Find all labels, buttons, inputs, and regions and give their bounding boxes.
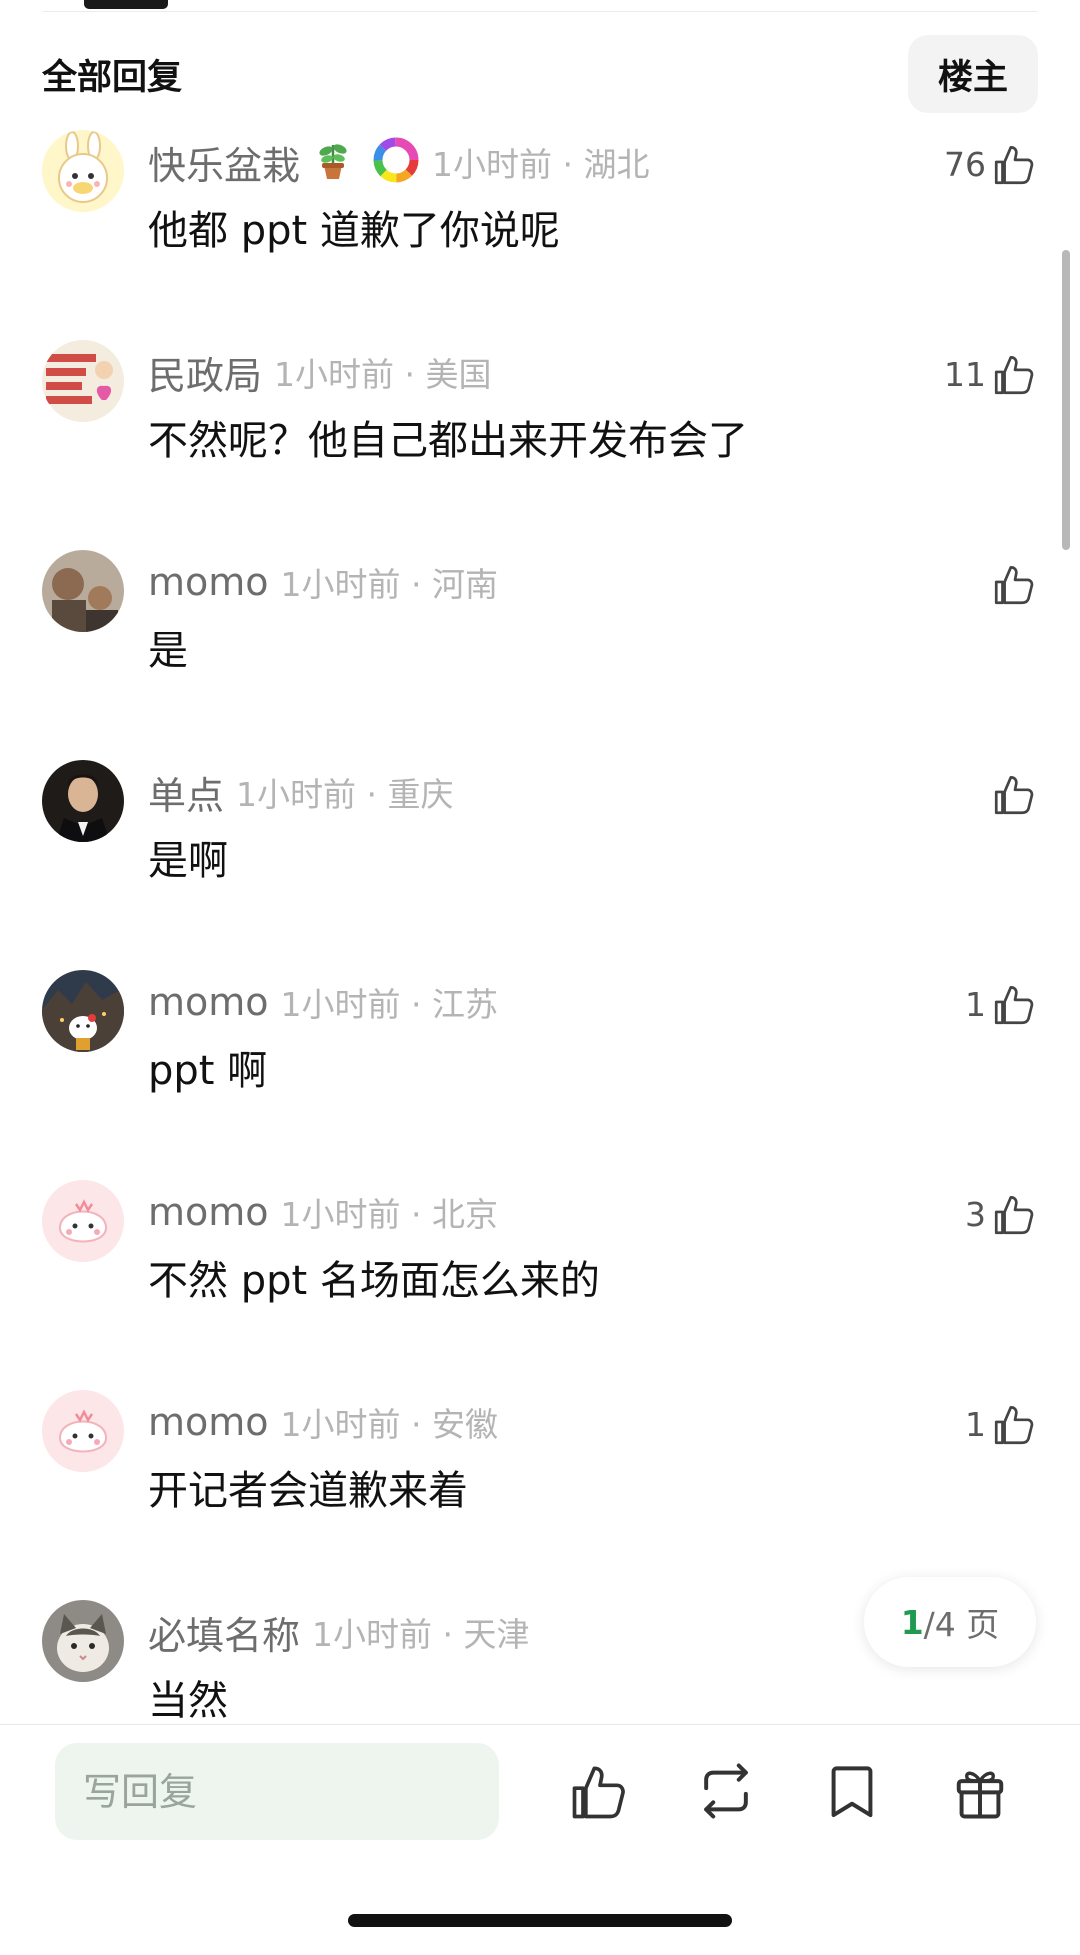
like-button[interactable]: 3 xyxy=(965,1186,1040,1242)
avatar[interactable] xyxy=(42,1390,124,1472)
comment-text[interactable]: 不然 ppt 名场面怎么来的 xyxy=(148,1248,600,1306)
comment-text[interactable]: ppt 啊 xyxy=(148,1038,267,1096)
username[interactable]: momo xyxy=(148,560,269,604)
thumbs-up-icon xyxy=(990,349,1040,399)
like-count: 76 xyxy=(944,144,986,184)
top-divider xyxy=(42,11,1038,12)
time-location: 1小时前 · 江苏 xyxy=(280,985,498,1024)
thumbs-up-icon xyxy=(990,559,1040,609)
avatar[interactable] xyxy=(42,1600,124,1682)
comment-item: 民政局 1小时前 · 美国 不然呢？他自己都出来开发布会了 11 xyxy=(0,340,1080,540)
bookmark-icon xyxy=(818,1757,886,1825)
avatar[interactable] xyxy=(42,970,124,1052)
comment-item: momo 1小时前 · 安徽 开记者会道歉来着 1 xyxy=(0,1390,1080,1590)
page-indicator-button[interactable]: 1/4 页 xyxy=(864,1577,1036,1667)
time-location: 1小时前 · 河南 xyxy=(280,565,498,604)
like-button[interactable]: 1 xyxy=(965,976,1040,1032)
avatar[interactable] xyxy=(42,550,124,632)
avatar[interactable] xyxy=(42,130,124,212)
username[interactable]: momo xyxy=(148,980,269,1024)
like-button[interactable] xyxy=(986,766,1040,822)
username[interactable]: momo xyxy=(148,1400,269,1444)
username[interactable]: 民政局 xyxy=(148,345,262,400)
username[interactable]: 必填名称 xyxy=(148,1605,300,1660)
op-only-filter-button[interactable]: 楼主 xyxy=(907,35,1038,113)
thumbs-up-icon xyxy=(990,979,1040,1029)
time-location: 1小时前 · 天津 xyxy=(312,1615,530,1654)
bottom-bar-divider xyxy=(0,1724,1080,1725)
comment-item: 单点 1小时前 · 重庆 是啊 xyxy=(0,760,1080,960)
avatar[interactable] xyxy=(42,1180,124,1262)
comment-text[interactable]: 开记者会道歉来着 xyxy=(148,1458,468,1516)
comment-text[interactable]: 是 xyxy=(148,618,188,676)
home-indicator xyxy=(348,1914,732,1927)
reply-input[interactable] xyxy=(55,1743,499,1840)
like-post-button[interactable] xyxy=(566,1757,634,1825)
comment-text[interactable]: 是啊 xyxy=(148,828,228,886)
like-count: 11 xyxy=(944,354,986,394)
all-replies-title: 全部回复 xyxy=(42,57,183,98)
avatar[interactable] xyxy=(42,760,124,842)
avatar[interactable] xyxy=(42,340,124,422)
comment-text[interactable]: 不然呢？他自己都出来开发布会了 xyxy=(148,408,748,466)
thumbs-up-icon xyxy=(990,1189,1040,1239)
thumbs-up-icon xyxy=(990,139,1040,189)
like-button[interactable] xyxy=(986,556,1040,612)
repost-button[interactable] xyxy=(692,1757,760,1825)
time-location: 1小时前 · 美国 xyxy=(274,355,492,394)
time-location: 1小时前 · 北京 xyxy=(280,1195,498,1234)
time-location: 1小时前 · 安徽 xyxy=(280,1405,498,1444)
scrollbar[interactable] xyxy=(1062,250,1070,550)
comment-text[interactable]: 他都 ppt 道歉了你说呢 xyxy=(148,198,560,256)
like-button[interactable]: 11 xyxy=(944,346,1040,402)
time-location: 1小时前 · 重庆 xyxy=(236,775,454,814)
comment-reply-page: 全部回复 楼主 快乐盆栽 1小时前 · 湖北 他都 ppt 道歉了你说呢 76 … xyxy=(0,0,1080,1955)
current-page: 1 xyxy=(900,1602,924,1642)
like-count: 1 xyxy=(965,984,986,1024)
like-count: 3 xyxy=(965,1194,986,1234)
repost-icon xyxy=(692,1757,760,1825)
like-button[interactable]: 76 xyxy=(944,136,1040,192)
gift-icon xyxy=(946,1757,1014,1825)
like-count: 1 xyxy=(965,1404,986,1444)
time-location: 1小时前 · 湖北 xyxy=(432,145,650,184)
thumbs-up-icon xyxy=(990,769,1040,819)
comment-item: momo 1小时前 · 江苏 ppt 啊 1 xyxy=(0,970,1080,1170)
gift-button[interactable] xyxy=(946,1757,1014,1825)
total-pages: /4 页 xyxy=(923,1605,1000,1644)
thumbs-up-icon xyxy=(566,1757,634,1825)
username[interactable]: momo xyxy=(148,1190,269,1234)
bookmark-button[interactable] xyxy=(818,1757,886,1825)
replies-header: 全部回复 楼主 xyxy=(42,30,1038,118)
colorful-ring-badge-icon xyxy=(372,136,420,188)
comment-text[interactable]: 当然 xyxy=(148,1668,228,1726)
comment-item: 快乐盆栽 1小时前 · 湖北 他都 ppt 道歉了你说呢 76 xyxy=(0,130,1080,330)
active-tab-indicator xyxy=(84,0,168,9)
username[interactable]: 单点 xyxy=(148,765,224,820)
potted-plant-badge-icon xyxy=(310,137,356,187)
thumbs-up-icon xyxy=(990,1399,1040,1449)
like-button[interactable]: 1 xyxy=(965,1396,1040,1452)
username[interactable]: 快乐盆栽 xyxy=(148,135,300,190)
comment-item: momo 1小时前 · 北京 不然 ppt 名场面怎么来的 3 xyxy=(0,1180,1080,1380)
comment-item: momo 1小时前 · 河南 是 xyxy=(0,550,1080,750)
